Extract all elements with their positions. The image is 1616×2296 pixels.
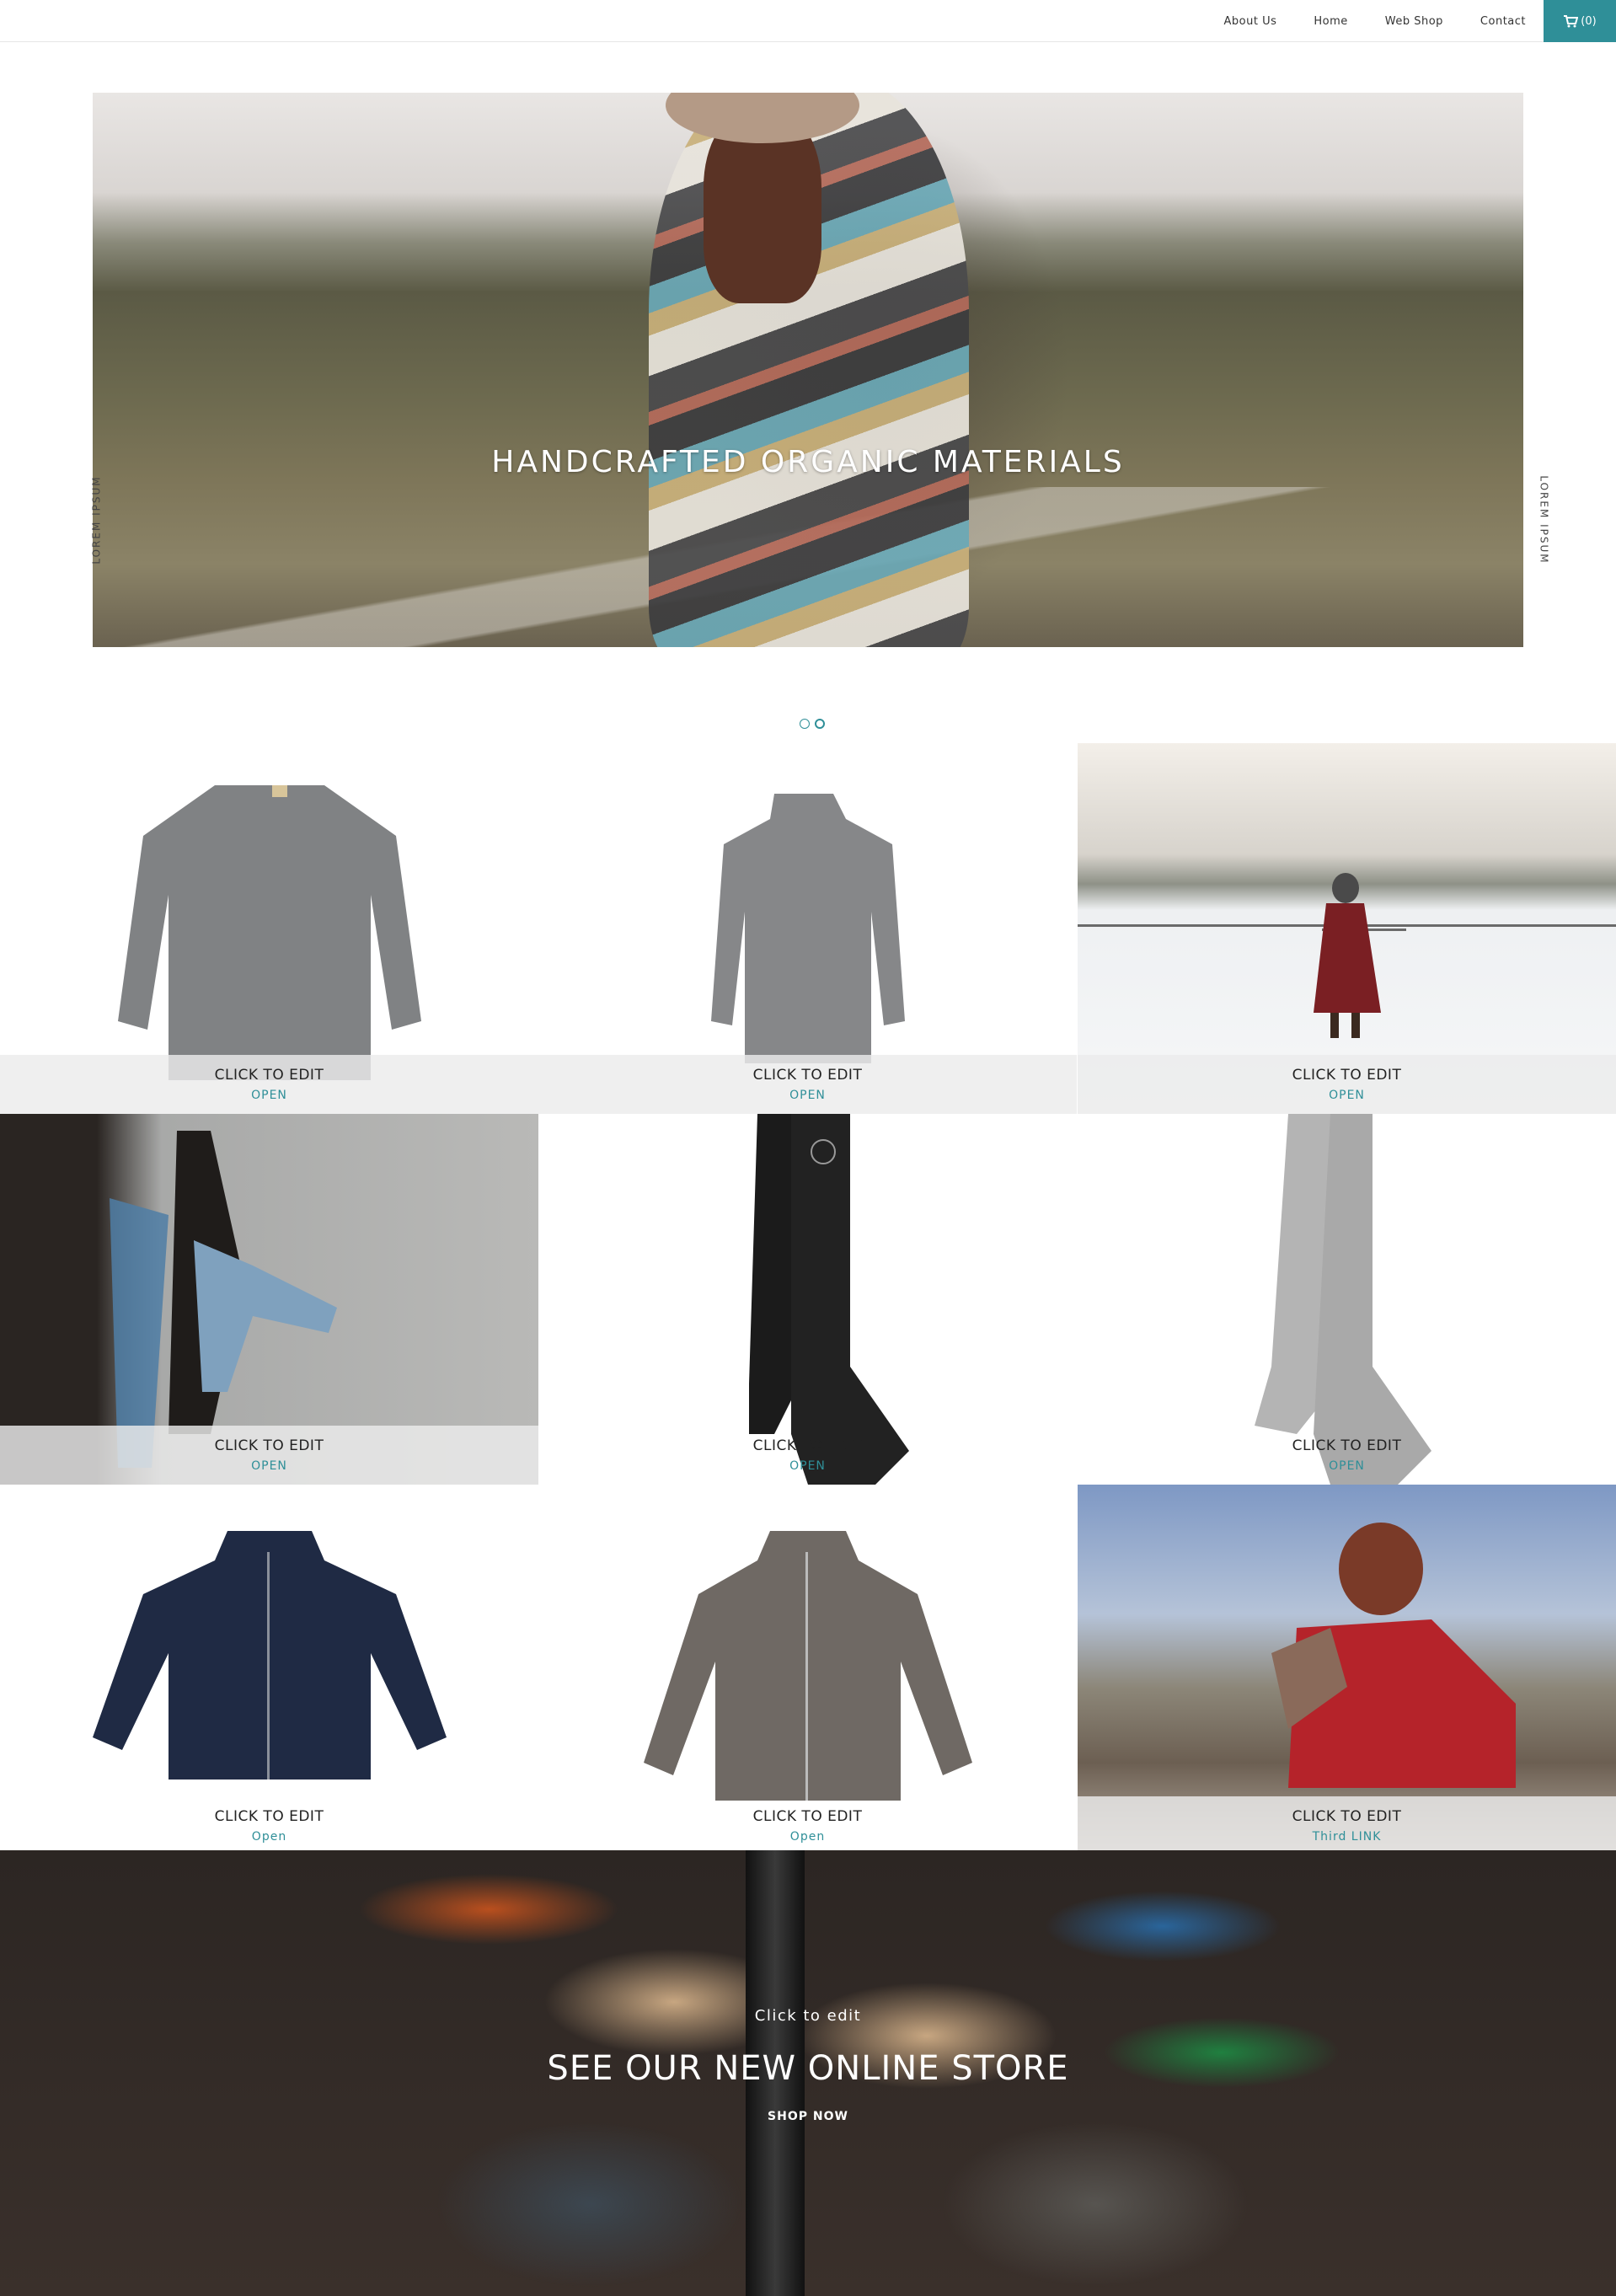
slider-dot-1[interactable] [800,719,810,729]
grid-tile-7[interactable]: CLICK TO EDIT Open [0,1485,538,1855]
grid-tile-8[interactable]: CLICK TO EDIT Open [538,1485,1077,1855]
tile-link[interactable]: OPEN [789,1459,826,1473]
tile-title[interactable]: CLICK TO EDIT [215,1808,324,1825]
tile-title[interactable]: CLICK TO EDIT [1292,1437,1402,1454]
grid-tile-2[interactable]: CLICK TO EDIT OPEN [538,743,1077,1114]
nav-link-about-us[interactable]: About Us [1224,15,1277,28]
grid-tile-6[interactable]: CLICK TO EDIT OPEN [1078,1114,1616,1485]
tile-link[interactable]: Third LINK [1313,1830,1382,1844]
tile-title[interactable]: CLICK TO EDIT [215,1437,324,1454]
slider-pagination [797,719,827,729]
nav-link-home[interactable]: Home [1314,15,1347,28]
shop-now-button[interactable]: SHOP NOW [0,2110,1616,2123]
tile-link[interactable]: OPEN [251,1459,287,1473]
tile-link[interactable]: OPEN [1329,1089,1365,1102]
tile-link[interactable]: Open [790,1830,825,1844]
hero-side-label-right: LOREM IPSUM [1538,475,1550,565]
hero-title: HANDCRAFTED ORGANIC MATERIALS [491,445,1125,479]
tile-label: CLICK TO EDIT OPEN [0,1426,538,1485]
cart-icon [1564,14,1579,27]
grid-tile-3[interactable]: CLICK TO EDIT OPEN [1078,743,1616,1114]
tile-label: CLICK TO EDIT OPEN [538,1055,1077,1114]
tile-label: CLICK TO EDIT Third LINK [1078,1796,1616,1855]
banner-subtitle[interactable]: Click to edit [0,2007,1616,2025]
tile-link[interactable]: Open [252,1830,286,1844]
top-navigation-bar: About Us Home Web Shop Contact (0) [0,0,1616,42]
grid-tile-1[interactable]: CLICK TO EDIT OPEN [0,743,538,1114]
promo-banner: Click to edit SEE OUR NEW ONLINE STORE S… [0,1850,1616,2296]
main-nav: About Us Home Web Shop Contact [1206,0,1545,42]
tile-label: CLICK TO EDIT Open [0,1796,538,1855]
hero-side-label-left: LOREM IPSUM [90,475,103,565]
tile-link[interactable]: OPEN [251,1089,287,1102]
hero-slide[interactable]: HANDCRAFTED ORGANIC MATERIALS [93,93,1523,647]
cart-button[interactable]: (0) [1544,0,1616,42]
banner-title: SEE OUR NEW ONLINE STORE [547,2049,1069,2088]
tile-label: CLICK TO EDIT OPEN [0,1055,538,1114]
tile-label: CLICK TO EDIT OPEN [1078,1055,1616,1114]
grid-tile-5[interactable]: CLICK TO EDIT OPEN [538,1114,1077,1485]
grid-tile-9[interactable]: CLICK TO EDIT Third LINK [1078,1485,1616,1855]
tile-label: CLICK TO EDIT Open [538,1796,1077,1855]
cart-count: (0) [1581,14,1597,28]
tile-link[interactable]: OPEN [789,1089,826,1102]
tile-title[interactable]: CLICK TO EDIT [1292,1808,1402,1825]
tile-label: CLICK TO EDIT OPEN [538,1426,1077,1485]
tile-title[interactable]: CLICK TO EDIT [215,1067,324,1084]
nav-link-contact[interactable]: Contact [1480,15,1526,28]
grid-tile-4[interactable]: CLICK TO EDIT OPEN [0,1114,538,1485]
banner-overlay: Click to edit SEE OUR NEW ONLINE STORE S… [0,1850,1616,2296]
tile-link[interactable]: OPEN [1329,1459,1365,1473]
tile-title[interactable]: CLICK TO EDIT [753,1437,863,1454]
tile-title[interactable]: CLICK TO EDIT [753,1808,863,1825]
tile-title[interactable]: CLICK TO EDIT [1292,1067,1402,1084]
tile-title[interactable]: CLICK TO EDIT [753,1067,863,1084]
slider-dot-2[interactable] [815,719,825,729]
tile-label: CLICK TO EDIT OPEN [1078,1426,1616,1485]
nav-link-web-shop[interactable]: Web Shop [1385,15,1443,28]
